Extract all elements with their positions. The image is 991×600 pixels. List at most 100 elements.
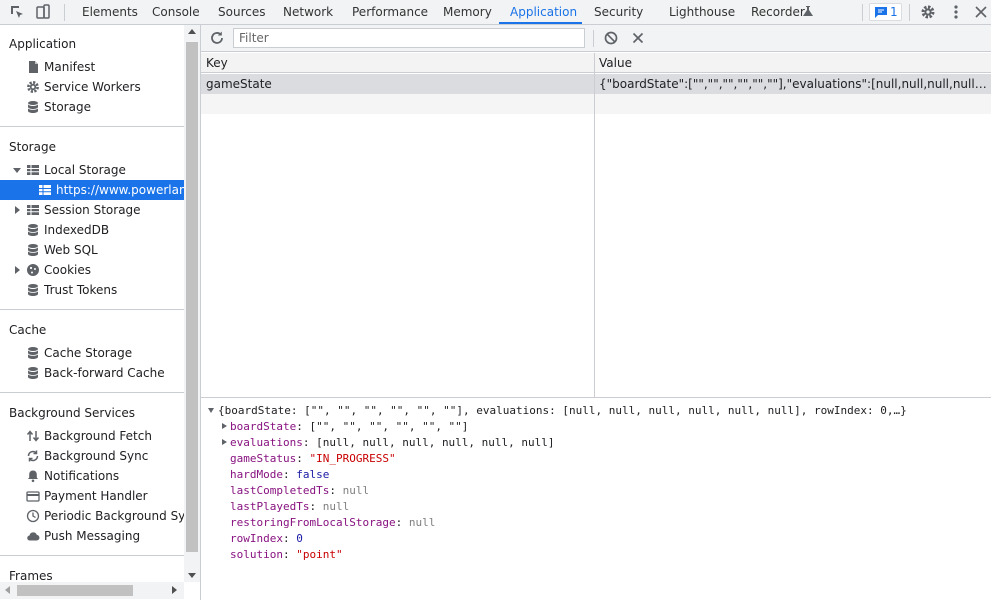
sidebar-item-indexeddb[interactable]: IndexedDB <box>26 220 184 240</box>
sidebar-item-manifest[interactable]: Manifest <box>26 57 184 77</box>
table-icon <box>27 165 39 175</box>
prop-value: null <box>322 500 350 513</box>
sidebar-item-websql[interactable]: Web SQL <box>26 240 184 260</box>
flask-icon <box>803 6 813 16</box>
prop-key: solution <box>230 548 283 561</box>
gear-icon[interactable] <box>920 4 936 20</box>
section-title-storage: Storage <box>9 140 56 154</box>
gear-icon <box>27 81 39 93</box>
table-row-empty[interactable] <box>201 94 991 114</box>
tab-recorder[interactable]: Recorder <box>751 0 805 24</box>
table-row[interactable]: gameState {"boardState":["","","","","",… <box>201 74 991 94</box>
scrollbar-thumb[interactable] <box>17 585 133 596</box>
expand-boardstate-icon[interactable] <box>222 423 227 429</box>
sidebar-item-local-storage[interactable]: Local Storage <box>26 160 184 180</box>
table-icon <box>27 205 39 215</box>
preview-prop-solution: solution: "point" <box>230 547 343 563</box>
close-icon[interactable] <box>973 4 989 20</box>
storage-toolbar <box>201 25 991 52</box>
more-options-icon[interactable] <box>948 4 964 20</box>
sidebar-item-payment-handler[interactable]: Payment Handler <box>26 486 184 506</box>
collapse-object-icon[interactable] <box>208 408 214 413</box>
sidebar-item-cookies[interactable]: Cookies <box>26 260 184 280</box>
object-summary[interactable]: {boardState: ["", "", "", "", "", ""], e… <box>218 403 907 419</box>
prop-key: boardState <box>230 420 297 433</box>
sidebar-item-label: Notifications <box>44 469 120 483</box>
expand-evaluations-icon[interactable] <box>222 439 227 445</box>
filter-input[interactable] <box>233 28 585 48</box>
prop-value: "IN_PROGRESS" <box>309 452 396 465</box>
sidebar-item-label: Push Messaging <box>44 529 141 543</box>
preview-prop-restoringfromlocalstorage: restoringFromLocalStorage: null <box>230 515 435 531</box>
sidebar-item-storage[interactable]: Storage <box>26 97 184 117</box>
tab-application[interactable]: Application <box>510 0 577 24</box>
tab-lighthouse[interactable]: Lighthouse <box>669 0 735 24</box>
preview-prop-lastplayedts: lastPlayedTs: null <box>230 499 349 515</box>
prop-key: hardMode <box>230 468 283 481</box>
tab-network[interactable]: Network <box>283 0 333 24</box>
clear-all-icon[interactable] <box>603 30 619 46</box>
tab-security[interactable]: Security <box>594 0 643 24</box>
message-icon <box>875 7 887 18</box>
inspect-element-icon[interactable] <box>9 4 25 20</box>
preview-prop-boardstate[interactable]: boardState: ["", "", "", "", "", ""] <box>230 419 468 435</box>
prop-separator: : <box>296 452 310 465</box>
database-icon <box>27 284 39 296</box>
sidebar-item-periodic-background-sync[interactable]: Periodic Background Sync <box>26 506 184 526</box>
sidebar-item-label: https://www.powerlanguage.co.uk <box>56 183 184 197</box>
expand-cookies-icon[interactable] <box>15 266 20 274</box>
section-title-cache: Cache <box>9 323 47 337</box>
preview-prop-lastcompletedts: lastCompletedTs: null <box>230 483 369 499</box>
section-divider <box>0 392 184 393</box>
database-icon <box>27 224 39 236</box>
sidebar-item-label: Session Storage <box>44 203 141 217</box>
sidebar-vertical-scrollbar[interactable] <box>184 25 200 582</box>
cell-key: gameState <box>206 77 272 91</box>
toolbar-divider <box>862 4 863 21</box>
sidebar-item-trust-tokens[interactable]: Trust Tokens <box>26 280 184 300</box>
sidebar-item-local-storage-origin[interactable]: https://www.powerlanguage.co.uk <box>0 180 184 200</box>
column-header-key[interactable]: Key <box>206 56 228 70</box>
tab-memory[interactable]: Memory <box>443 0 492 24</box>
document-icon <box>29 61 38 73</box>
tab-elements[interactable]: Elements <box>82 0 138 24</box>
scrollbar-thumb[interactable] <box>186 42 198 552</box>
sidebar-item-label: Periodic Background Sync <box>44 509 184 523</box>
sidebar-horizontal-scrollbar[interactable] <box>0 582 184 599</box>
devtools-tab-bar: Elements Console Sources Network Perform… <box>0 0 991 25</box>
clock-icon <box>26 509 40 523</box>
tab-console[interactable]: Console <box>152 0 200 24</box>
sidebar-item-label: Trust Tokens <box>44 283 118 297</box>
issues-badge[interactable]: 1 <box>869 3 902 21</box>
sidebar-item-background-fetch[interactable]: Background Fetch <box>26 426 184 446</box>
cookie-icon <box>27 264 39 276</box>
sidebar-item-back-forward-cache[interactable]: Back-forward Cache <box>26 363 184 383</box>
preview-prop-evaluations[interactable]: evaluations: [null, null, null, null, nu… <box>230 435 555 451</box>
refresh-icon[interactable] <box>209 30 225 46</box>
sidebar-item-label: Local Storage <box>44 163 126 177</box>
delete-selected-icon[interactable] <box>630 30 646 46</box>
sidebar-item-cache-storage[interactable]: Cache Storage <box>26 343 184 363</box>
prop-separator: : <box>302 436 317 449</box>
scroll-down-arrow-icon[interactable] <box>188 573 196 578</box>
scroll-right-arrow-icon[interactable] <box>172 586 177 594</box>
expand-session-storage-icon[interactable] <box>15 206 20 214</box>
expand-local-storage-icon[interactable] <box>13 168 21 173</box>
column-header-value[interactable]: Value <box>599 56 632 70</box>
scroll-up-arrow-icon[interactable] <box>188 29 196 34</box>
sidebar-item-service-workers[interactable]: Service Workers <box>26 77 184 97</box>
device-toolbar-icon[interactable] <box>35 4 51 20</box>
sidebar-item-session-storage[interactable]: Session Storage <box>26 200 184 220</box>
bell-icon <box>28 470 38 483</box>
sidebar-item-push-messaging[interactable]: Push Messaging <box>26 526 184 546</box>
prop-value: [null, null, null, null, null, null] <box>316 436 555 449</box>
prop-key: rowIndex <box>230 532 283 545</box>
tab-performance[interactable]: Performance <box>352 0 428 24</box>
sidebar-item-label: Background Sync <box>44 449 149 463</box>
sidebar-item-notifications[interactable]: Notifications <box>26 466 184 486</box>
sidebar-item-background-sync[interactable]: Background Sync <box>26 446 184 466</box>
prop-key: evaluations <box>230 436 303 449</box>
tab-sources[interactable]: Sources <box>218 0 265 24</box>
column-divider[interactable] <box>594 53 595 397</box>
scroll-left-arrow-icon[interactable] <box>5 586 10 594</box>
